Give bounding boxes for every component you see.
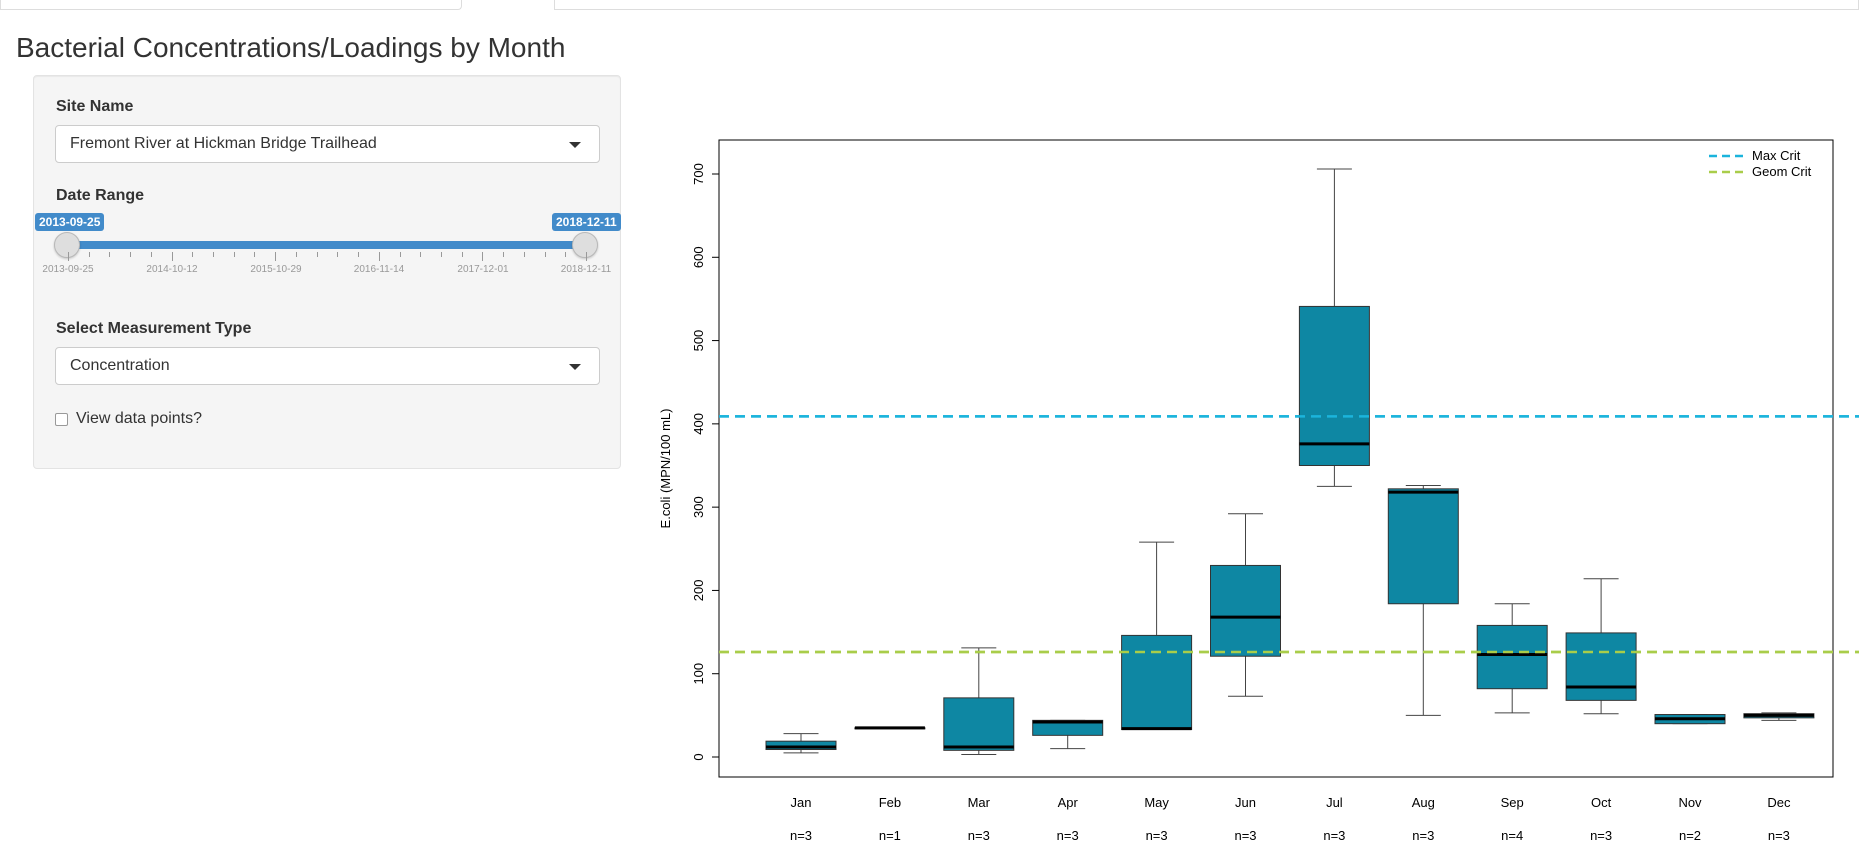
date-range-tick xyxy=(192,252,194,257)
date-range-tick-label: 2018-12-11 xyxy=(560,264,612,275)
x-tick-label: Dec xyxy=(1767,795,1791,810)
box-jun xyxy=(1210,564,1281,657)
x-tick-label: Oct xyxy=(1591,795,1612,810)
date-range-tick xyxy=(378,252,380,261)
sample-count-label: n=3 xyxy=(1412,828,1434,843)
date-range-slider-bar[interactable] xyxy=(67,241,584,249)
date-range-tick-label: 2017-12-01 xyxy=(457,264,509,275)
sample-count-label: n=3 xyxy=(1768,828,1790,843)
date-range-end-badge: 2018-12-11 xyxy=(552,213,621,231)
date-range-tick-label: 2015-10-29 xyxy=(250,264,302,275)
date-range-tick xyxy=(586,252,587,261)
date-range-tick xyxy=(399,252,401,257)
sample-count-label: n=3 xyxy=(1146,828,1168,843)
chevron-down-icon xyxy=(569,364,581,370)
box-oct xyxy=(1565,632,1637,701)
x-tick-label: Jul xyxy=(1326,795,1343,810)
date-range-tick xyxy=(523,252,525,257)
date-range-ticks xyxy=(34,252,622,262)
sample-count-label: n=1 xyxy=(879,828,901,843)
date-range-tick xyxy=(420,252,422,257)
box-sep xyxy=(1476,624,1548,690)
x-tick-label: Feb xyxy=(879,795,901,810)
date-range-tick xyxy=(316,252,318,257)
y-tick-label: 200 xyxy=(691,580,706,602)
site-name-label: Site Name xyxy=(56,98,134,115)
view-data-points-checkbox[interactable] xyxy=(55,413,68,426)
box-mar xyxy=(943,697,1015,751)
x-tick-label: Jun xyxy=(1235,795,1256,810)
sidebar-panel: Site Name Fremont River at Hickman Bridg… xyxy=(33,75,621,469)
date-range-start-badge: 2013-09-25 xyxy=(35,213,105,231)
x-tick-label: Apr xyxy=(1058,795,1079,810)
sample-count-label: n=2 xyxy=(1679,828,1701,843)
box-jul xyxy=(1298,305,1370,466)
date-range-tick-label: 2014-10-12 xyxy=(146,264,198,275)
sample-count-label: n=3 xyxy=(1590,828,1612,843)
x-tick-label: May xyxy=(1144,795,1169,810)
date-range-tick xyxy=(171,252,173,261)
y-tick-label: 700 xyxy=(691,163,706,185)
date-range-tick xyxy=(109,252,111,257)
date-range-tick xyxy=(233,252,235,257)
y-axis-label: E.coli (MPN/100 mL) xyxy=(658,409,673,529)
chevron-down-icon xyxy=(569,142,581,148)
date-range-tick xyxy=(88,252,90,257)
date-range-tick-label: 2013-09-25 xyxy=(42,264,94,275)
sample-count-label: n=4 xyxy=(1501,828,1523,843)
y-tick-label: 400 xyxy=(691,413,706,435)
sample-count-label: n=3 xyxy=(1057,828,1079,843)
tab-left[interactable] xyxy=(0,0,462,10)
date-range-tick xyxy=(440,252,442,257)
date-range-tick xyxy=(254,252,256,257)
measurement-type-label: Select Measurement Type xyxy=(56,320,252,337)
date-range-tick xyxy=(461,252,463,257)
legend-label: Geom Crit xyxy=(1752,164,1812,179)
site-name-select[interactable]: Fremont River at Hickman Bridge Trailhea… xyxy=(55,125,600,163)
date-range-tick xyxy=(150,252,152,257)
box-may xyxy=(1121,634,1193,731)
plot-frame xyxy=(718,139,1834,778)
tab-right[interactable] xyxy=(554,0,1859,10)
date-range-tick xyxy=(337,252,339,257)
x-tick-label: Nov xyxy=(1678,795,1702,810)
date-range-tick xyxy=(503,252,505,257)
y-tick-label: 500 xyxy=(691,330,706,352)
y-tick-label: 100 xyxy=(691,663,706,685)
y-tick-label: 600 xyxy=(691,246,706,268)
sample-count-label: n=3 xyxy=(968,828,990,843)
sample-count-label: n=3 xyxy=(1234,828,1256,843)
x-tick-label: Sep xyxy=(1501,795,1524,810)
ecoli-boxplot-chart: 0 100 200 300 400 500 600 700 E.coli (MPN/100 mL… xyxy=(658,139,1859,843)
date-range-tick xyxy=(544,252,546,257)
y-tick-label: 300 xyxy=(691,496,706,518)
sample-count-label: n=3 xyxy=(790,828,812,843)
view-data-points-label[interactable]: View data points? xyxy=(76,410,202,428)
x-tick-label: Mar xyxy=(968,795,991,810)
page-title: Bacterial Concentrations/Loadings by Mon… xyxy=(16,32,566,63)
site-name-value: Fremont River at Hickman Bridge Trailhea… xyxy=(70,135,377,152)
date-range-tick xyxy=(68,252,69,261)
tab-strip xyxy=(0,0,1859,12)
date-range-tick xyxy=(275,252,277,261)
measurement-type-select[interactable]: Concentration xyxy=(55,347,600,385)
date-range-tick xyxy=(358,252,360,257)
box-aug xyxy=(1387,488,1459,605)
legend-label: Max Crit xyxy=(1752,148,1801,163)
date-range-label: Date Range xyxy=(56,187,145,204)
date-range-tick xyxy=(565,252,567,257)
date-range-tick xyxy=(482,252,484,261)
measurement-type-value: Concentration xyxy=(70,357,170,374)
sample-count-label: n=3 xyxy=(1323,828,1345,843)
date-range-tick xyxy=(295,252,297,257)
x-tick-label: Jan xyxy=(791,795,812,810)
date-range-tick xyxy=(213,252,215,257)
date-range-tick xyxy=(130,252,132,257)
x-tick-label: Aug xyxy=(1412,795,1435,810)
y-tick-label: 0 xyxy=(691,753,706,760)
date-range-tick-label: 2016-11-14 xyxy=(353,264,405,275)
